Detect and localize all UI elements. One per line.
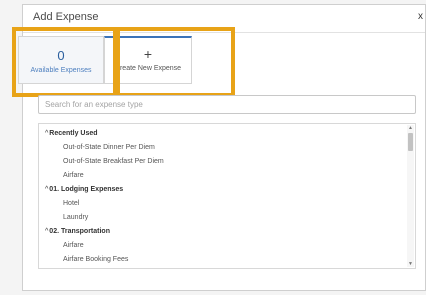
list-item[interactable]: Laundry <box>39 211 407 225</box>
list-item[interactable]: Out-of-State Dinner Per Diem <box>39 141 407 155</box>
create-new-expense-label: Create New Expense <box>114 65 182 72</box>
list-group-label: 01. Lodging Expenses <box>49 186 124 193</box>
expense-type-list-content: ^Recently Used Out-of-State Dinner Per Di… <box>39 127 407 267</box>
dialog-header: Add Expense x <box>23 5 425 33</box>
expense-type-search-input[interactable] <box>38 95 416 114</box>
dialog-title: Add Expense <box>33 11 99 23</box>
available-expenses-tile[interactable]: 0 Available Expenses <box>18 36 104 84</box>
scroll-thumb[interactable] <box>408 133 413 151</box>
plus-icon: + <box>143 46 153 62</box>
collapse-caret-icon: ^ <box>45 186 49 193</box>
list-group-label: 02. Transportation <box>49 228 110 235</box>
expense-type-list[interactable]: ^Recently Used Out-of-State Dinner Per Di… <box>38 123 416 269</box>
list-group-header[interactable]: ^01. Lodging Expenses <box>39 183 407 197</box>
list-item[interactable]: Out-of-State Breakfast Per Diem <box>39 155 407 169</box>
create-new-expense-tile[interactable]: + Create New Expense <box>104 36 192 84</box>
scroll-down-arrow-icon[interactable]: ▼ <box>407 261 414 267</box>
list-scrollbar[interactable]: ▲ ▼ <box>407 125 414 267</box>
close-icon[interactable]: x <box>418 11 423 22</box>
available-expenses-count: 0 <box>57 48 65 63</box>
list-item[interactable]: Airfare <box>39 239 407 253</box>
list-group-header[interactable]: ^02. Transportation <box>39 225 407 239</box>
scroll-up-arrow-icon[interactable]: ▲ <box>407 125 414 131</box>
list-item[interactable]: Hotel <box>39 197 407 211</box>
available-expenses-label: Available Expenses <box>30 67 92 74</box>
collapse-caret-icon: ^ <box>45 228 49 235</box>
collapse-caret-icon: ^ <box>45 130 49 137</box>
list-group-header[interactable]: ^Recently Used <box>39 127 407 141</box>
list-item[interactable]: Airfare <box>39 169 407 183</box>
list-item[interactable]: Airfare Booking Fees <box>39 253 407 267</box>
list-group-label: Recently Used <box>49 130 98 137</box>
